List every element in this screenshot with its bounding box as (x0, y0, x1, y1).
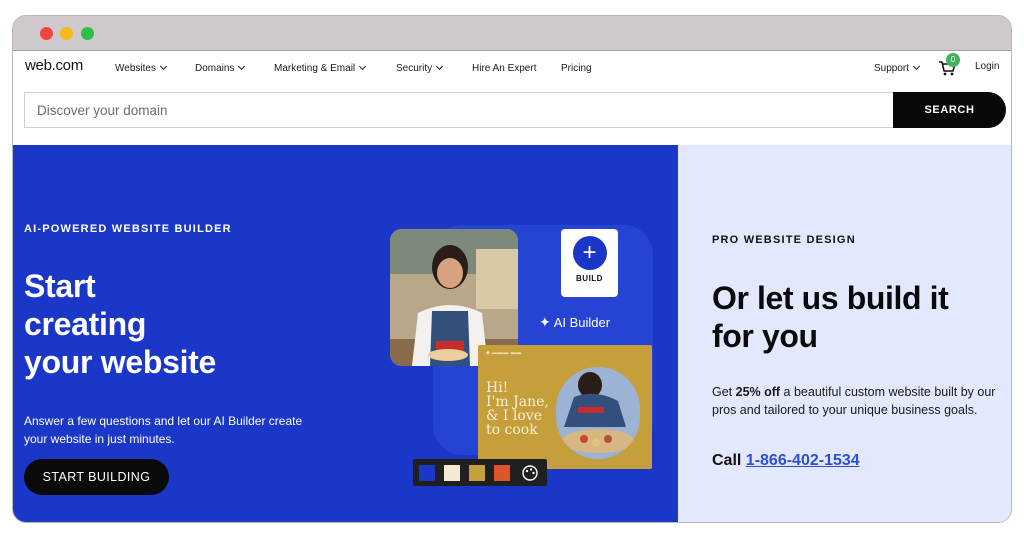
build-card-label: BUILD (576, 274, 603, 283)
pro-design-panel: PRO WEBSITE DESIGN Or let us build it fo… (678, 145, 1011, 522)
desc-text: Get (712, 385, 736, 399)
nav-item-label: Security (396, 63, 433, 74)
nav-item-label: Pricing (561, 63, 592, 74)
ai-builder-tag: ✦ AI Builder (539, 314, 610, 331)
start-building-button[interactable]: START BUILDING (24, 459, 169, 495)
headline-line: Start (24, 268, 96, 304)
greeting-line: & I love (486, 408, 542, 424)
nav-item-label: Websites (115, 63, 156, 74)
site-logo[interactable]: web.com (25, 57, 83, 74)
website-preview-card: ◆ ▬▬▬ ▬▬ Hi! I'm Jane, & I love to cook (478, 345, 652, 469)
chevron-down-icon (159, 62, 167, 71)
search-button[interactable]: SEARCH (893, 92, 1006, 128)
nav-item-domains[interactable]: Domains (195, 62, 246, 74)
phone-number-link[interactable]: 1-866-402-1534 (746, 452, 860, 469)
headline-line: creating (24, 306, 147, 342)
domain-search-bar: SEARCH (24, 92, 1006, 128)
color-swatch[interactable] (469, 465, 485, 481)
chevron-down-icon (359, 62, 367, 71)
preview-card-greeting: Hi! I'm Jane, & I love to cook (486, 381, 549, 437)
login-label: Login (975, 61, 1000, 72)
nav-item-label: Support (874, 63, 910, 74)
palette-icon[interactable] (521, 464, 539, 482)
browser-window: web.com Websites Domains Marketing & Ema… (12, 15, 1012, 523)
nav-item-label: Marketing & Email (274, 63, 356, 74)
cart-count-badge: 0 (946, 53, 960, 67)
headline-line: Or let us build it (712, 280, 949, 316)
nav-item-hire-an-expert[interactable]: Hire An Expert (472, 63, 536, 74)
nav-item-label: Domains (195, 63, 235, 74)
nav-item-support[interactable]: Support (874, 62, 921, 74)
discount-text: 25% off (735, 385, 781, 399)
domain-search-input[interactable] (24, 92, 894, 128)
headline-line: for you (712, 318, 818, 354)
build-card[interactable]: + BUILD (561, 229, 618, 297)
hero-headline: Start creating your website (24, 267, 216, 381)
color-palette-picker (413, 459, 547, 486)
plus-icon: + (572, 236, 607, 270)
color-swatch[interactable] (444, 465, 460, 481)
greeting-line: Hi! (486, 380, 509, 396)
login-link[interactable]: Login (975, 61, 999, 72)
call-label: Call (712, 452, 746, 469)
nav-item-pricing[interactable]: Pricing (561, 63, 592, 74)
nav-item-marketing-email[interactable]: Marketing & Email (274, 62, 367, 74)
color-swatch[interactable] (494, 465, 510, 481)
logo-text: web.com (25, 57, 83, 74)
nav-item-websites[interactable]: Websites (115, 62, 167, 74)
nav-item-security[interactable]: Security (396, 62, 444, 74)
top-navigation: web.com Websites Domains Marketing & Ema… (13, 51, 1011, 83)
ai-builder-eyebrow: AI-POWERED WEBSITE BUILDER (24, 223, 232, 235)
greeting-line: to cook (486, 422, 538, 438)
ai-builder-label: AI Builder (553, 315, 611, 330)
greeting-line: I'm Jane, (486, 394, 549, 410)
maximize-window-button[interactable] (81, 27, 94, 40)
minimize-window-button[interactable] (60, 27, 73, 40)
ai-builder-hero: AI-POWERED WEBSITE BUILDER Start creatin… (13, 145, 678, 522)
close-window-button[interactable] (40, 27, 53, 40)
pro-design-eyebrow: PRO WEBSITE DESIGN (712, 234, 856, 246)
hero-description: Answer a few questions and let our AI Bu… (24, 414, 303, 446)
window-titlebar (13, 16, 1011, 51)
cooking-photo-image (556, 367, 640, 459)
pro-design-headline: Or let us build it for you (712, 279, 949, 355)
call-line: Call 1-866-402-1534 (712, 452, 860, 470)
preview-card-header-icon: ◆ ▬▬▬ ▬▬ (486, 350, 522, 356)
headline-line: your website (24, 344, 217, 380)
pro-design-description: Get 25% off a beautiful custom website b… (712, 383, 1002, 419)
chevron-down-icon (436, 62, 444, 71)
nav-item-label: Hire An Expert (472, 63, 537, 74)
color-swatch[interactable] (419, 465, 435, 481)
chevron-down-icon (912, 62, 921, 71)
sparkle-icon: ✦ (539, 314, 551, 330)
chevron-down-icon (238, 62, 246, 71)
